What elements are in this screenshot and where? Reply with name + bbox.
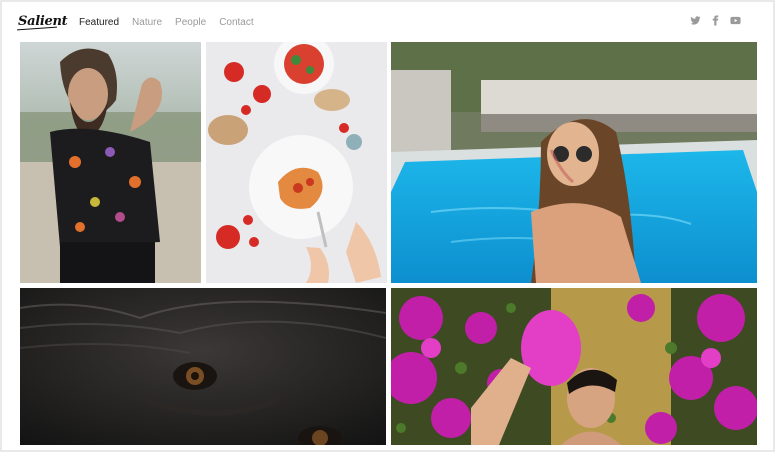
youtube-icon[interactable] [730,15,741,26]
nav-featured[interactable]: Featured [79,17,119,28]
site-header: Salient Featured Nature People Contact [2,2,773,42]
twitter-icon[interactable] [690,15,701,26]
woman-in-pool-photo[interactable] [391,42,757,283]
man-with-beard-photo[interactable] [20,42,201,283]
main-nav: Featured Nature People Contact [79,17,254,28]
nav-nature[interactable]: Nature [132,17,162,28]
pasta-and-tomatoes-photo[interactable] [206,42,387,283]
man-with-flowers-photo[interactable] [391,288,757,445]
gorilla-closeup-photo[interactable] [20,288,386,445]
page-frame: Salient Featured Nature People Contact [2,2,773,450]
social-links [690,15,741,26]
facebook-icon[interactable] [710,15,721,26]
nav-contact[interactable]: Contact [219,17,253,28]
nav-people[interactable]: People [175,17,206,28]
